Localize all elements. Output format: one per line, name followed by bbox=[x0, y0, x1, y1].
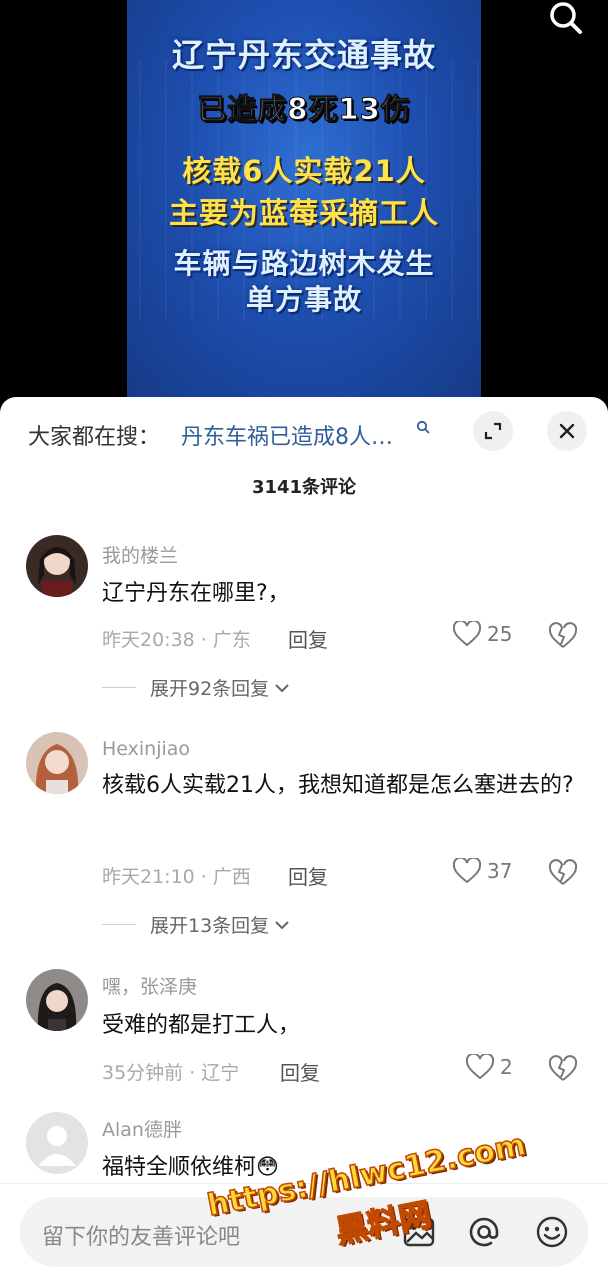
dislike-button[interactable] bbox=[548, 859, 578, 887]
video-area[interactable]: 辽宁丹东交通事故 已造成8死13伤 核载6人实载21人 主要为蓝莓采摘工人 车辆… bbox=[0, 0, 608, 420]
hot-search-bar[interactable]: 大家都在搜： 丹东车祸已造成8人… bbox=[0, 397, 608, 471]
comment-meta: 35分钟前 · 辽宁 bbox=[102, 1062, 240, 1084]
avatar[interactable] bbox=[26, 732, 88, 794]
dislike-button[interactable] bbox=[548, 622, 578, 650]
reply-button[interactable]: 回复 bbox=[280, 1057, 320, 1086]
broken-heart-icon bbox=[548, 622, 578, 648]
dislike-button[interactable] bbox=[548, 1055, 578, 1083]
like-count: 25 bbox=[487, 622, 513, 646]
comment-item: 嘿，张泽庚 受难的都是打工人， 35分钟前 · 辽宁 回复 2 bbox=[0, 969, 608, 1099]
comment-input-placeholder: 留下你的友善评论吧 bbox=[42, 1225, 241, 1250]
like-button[interactable]: 25 bbox=[453, 621, 512, 647]
comment-item: Hexinjiao 核载6人实载21人，我想知道都是怎么塞进去的? 昨天21:1… bbox=[0, 730, 608, 940]
video-poster: 辽宁丹东交通事故 已造成8死13伤 核载6人实载21人 主要为蓝莓采摘工人 车辆… bbox=[127, 0, 481, 400]
poster-line-cause: 车辆与路边树木发生 bbox=[173, 247, 435, 280]
divider bbox=[102, 924, 136, 925]
chevron-down-icon bbox=[275, 920, 289, 929]
like-button[interactable]: 37 bbox=[453, 858, 512, 884]
comment-username[interactable]: Alan德胖 bbox=[102, 1115, 182, 1142]
comment-meta: 昨天20:38 · 广东 bbox=[102, 629, 251, 651]
poster-line-capacity: 核载6人实载21人 bbox=[182, 154, 426, 188]
comment-username[interactable]: 嘿，张泽庚 bbox=[102, 972, 197, 999]
emoji-icon[interactable] bbox=[535, 1215, 569, 1249]
expand-replies[interactable]: 展开13条回复 bbox=[102, 911, 291, 938]
comment-input[interactable]: 留下你的友善评论吧 bbox=[20, 1197, 588, 1267]
broken-heart-icon bbox=[548, 859, 578, 885]
divider bbox=[102, 687, 136, 688]
comment-text: 核载6人实载21人，我想知道都是怎么塞进去的? bbox=[102, 773, 574, 798]
heart-icon bbox=[466, 1054, 494, 1080]
chevron-down-icon bbox=[275, 683, 289, 692]
expand-replies[interactable]: 展开92条回复 bbox=[102, 674, 291, 701]
avatar[interactable] bbox=[26, 535, 88, 597]
like-count: 37 bbox=[487, 859, 513, 883]
poster-line-workers: 主要为蓝莓采摘工人 bbox=[168, 196, 439, 230]
hot-search-label: 大家都在搜： bbox=[28, 425, 161, 450]
poster-headline: 辽宁丹东交通事故 bbox=[171, 36, 436, 74]
expand-replies-label: 展开13条回复 bbox=[150, 915, 270, 937]
reply-button[interactable]: 回复 bbox=[288, 861, 328, 890]
comment-text: 受难的都是打工人， bbox=[102, 1013, 301, 1038]
small-search-icon bbox=[416, 419, 430, 434]
close-icon bbox=[559, 423, 575, 439]
like-button[interactable]: 2 bbox=[466, 1054, 513, 1080]
expand-icon bbox=[484, 422, 502, 440]
expand-replies-label: 展开92条回复 bbox=[150, 678, 270, 700]
mention-icon[interactable] bbox=[467, 1215, 501, 1249]
reply-button[interactable]: 回复 bbox=[288, 624, 328, 653]
close-button[interactable] bbox=[547, 411, 587, 451]
comment-item: 我的楼兰 辽宁丹东在哪里?， 昨天20:38 · 广东 回复 25 展开92条回… bbox=[0, 533, 608, 713]
avatar[interactable] bbox=[26, 1112, 88, 1174]
search-icon[interactable] bbox=[546, 0, 586, 40]
poster-line-cause-2: 单方事故 bbox=[245, 283, 362, 316]
heart-icon bbox=[453, 621, 481, 647]
expand-button[interactable] bbox=[473, 411, 513, 451]
poster-line-casualties: 已造成8死13伤 bbox=[197, 92, 411, 127]
comment-text: 辽宁丹东在哪里?， bbox=[102, 581, 290, 606]
broken-heart-icon bbox=[548, 1055, 578, 1081]
comment-count: 3141条评论 bbox=[251, 477, 357, 498]
hot-search-query[interactable]: 丹东车祸已造成8人… bbox=[181, 419, 393, 451]
like-count: 2 bbox=[500, 1055, 513, 1079]
comment-username[interactable]: Hexinjiao bbox=[102, 738, 190, 760]
heart-icon bbox=[453, 858, 481, 884]
comment-username[interactable]: 我的楼兰 bbox=[102, 541, 178, 568]
comment-meta: 昨天21:10 · 广西 bbox=[102, 866, 251, 888]
avatar[interactable] bbox=[26, 969, 88, 1031]
